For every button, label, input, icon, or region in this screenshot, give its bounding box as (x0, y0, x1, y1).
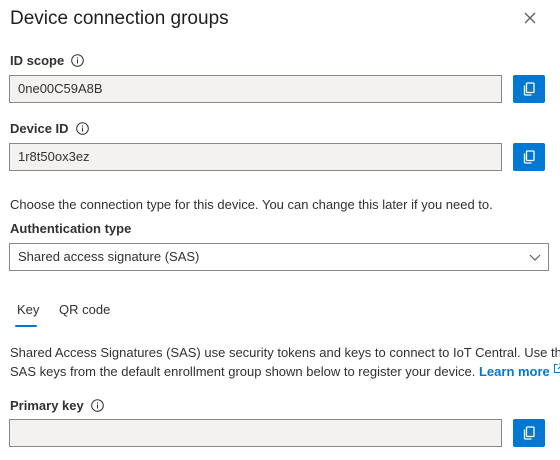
sas-description-line-1: Shared Access Signatures (SAS) use secur… (10, 345, 560, 360)
device-id-label: Device ID (10, 121, 89, 136)
sas-description: Shared Access Signatures (SAS) use secur… (10, 343, 560, 381)
sas-description-line-2-row: SAS keys from the default enrollment gro… (10, 362, 560, 381)
learn-more-link[interactable]: Learn more (478, 363, 560, 379)
chevron-down-icon (529, 254, 541, 261)
primary-key-label-text: Primary key (10, 398, 84, 413)
copy-icon (523, 82, 535, 96)
primary-key-label: Primary key (10, 398, 104, 413)
panel-title: Device connection groups (10, 8, 229, 29)
authentication-type-label: Authentication type (10, 221, 132, 236)
copy-icon (523, 426, 535, 440)
connection-description: Choose the connection type for this devi… (10, 197, 493, 212)
id-scope-field[interactable]: 0ne00C59A8B (9, 75, 502, 103)
info-icon[interactable] (75, 122, 89, 135)
primary-key-field[interactable] (9, 419, 502, 447)
authentication-type-dropdown[interactable]: Shared access signature (SAS) (9, 243, 549, 271)
authentication-type-value: Shared access signature (SAS) (18, 249, 200, 264)
tab-key[interactable]: Key (17, 302, 39, 317)
tab-key-underline (15, 325, 37, 327)
tab-qr-code[interactable]: QR code (59, 302, 110, 317)
copy-icon (523, 150, 535, 164)
copy-id-scope-button[interactable] (513, 75, 545, 103)
device-id-label-text: Device ID (10, 121, 69, 136)
id-scope-label-text: ID scope (10, 53, 65, 68)
close-icon[interactable] (522, 10, 538, 26)
info-icon[interactable] (90, 399, 104, 412)
external-link-icon (553, 363, 560, 373)
copy-primary-key-button[interactable] (513, 419, 545, 447)
id-scope-label: ID scope (10, 53, 84, 68)
sas-description-line-2: SAS keys from the default enrollment gro… (10, 364, 476, 379)
copy-device-id-button[interactable] (513, 143, 545, 171)
info-icon[interactable] (71, 54, 84, 67)
device-id-field[interactable]: 1r8t50ox3ez (9, 143, 502, 171)
learn-more-link-label: Learn more (478, 364, 550, 379)
